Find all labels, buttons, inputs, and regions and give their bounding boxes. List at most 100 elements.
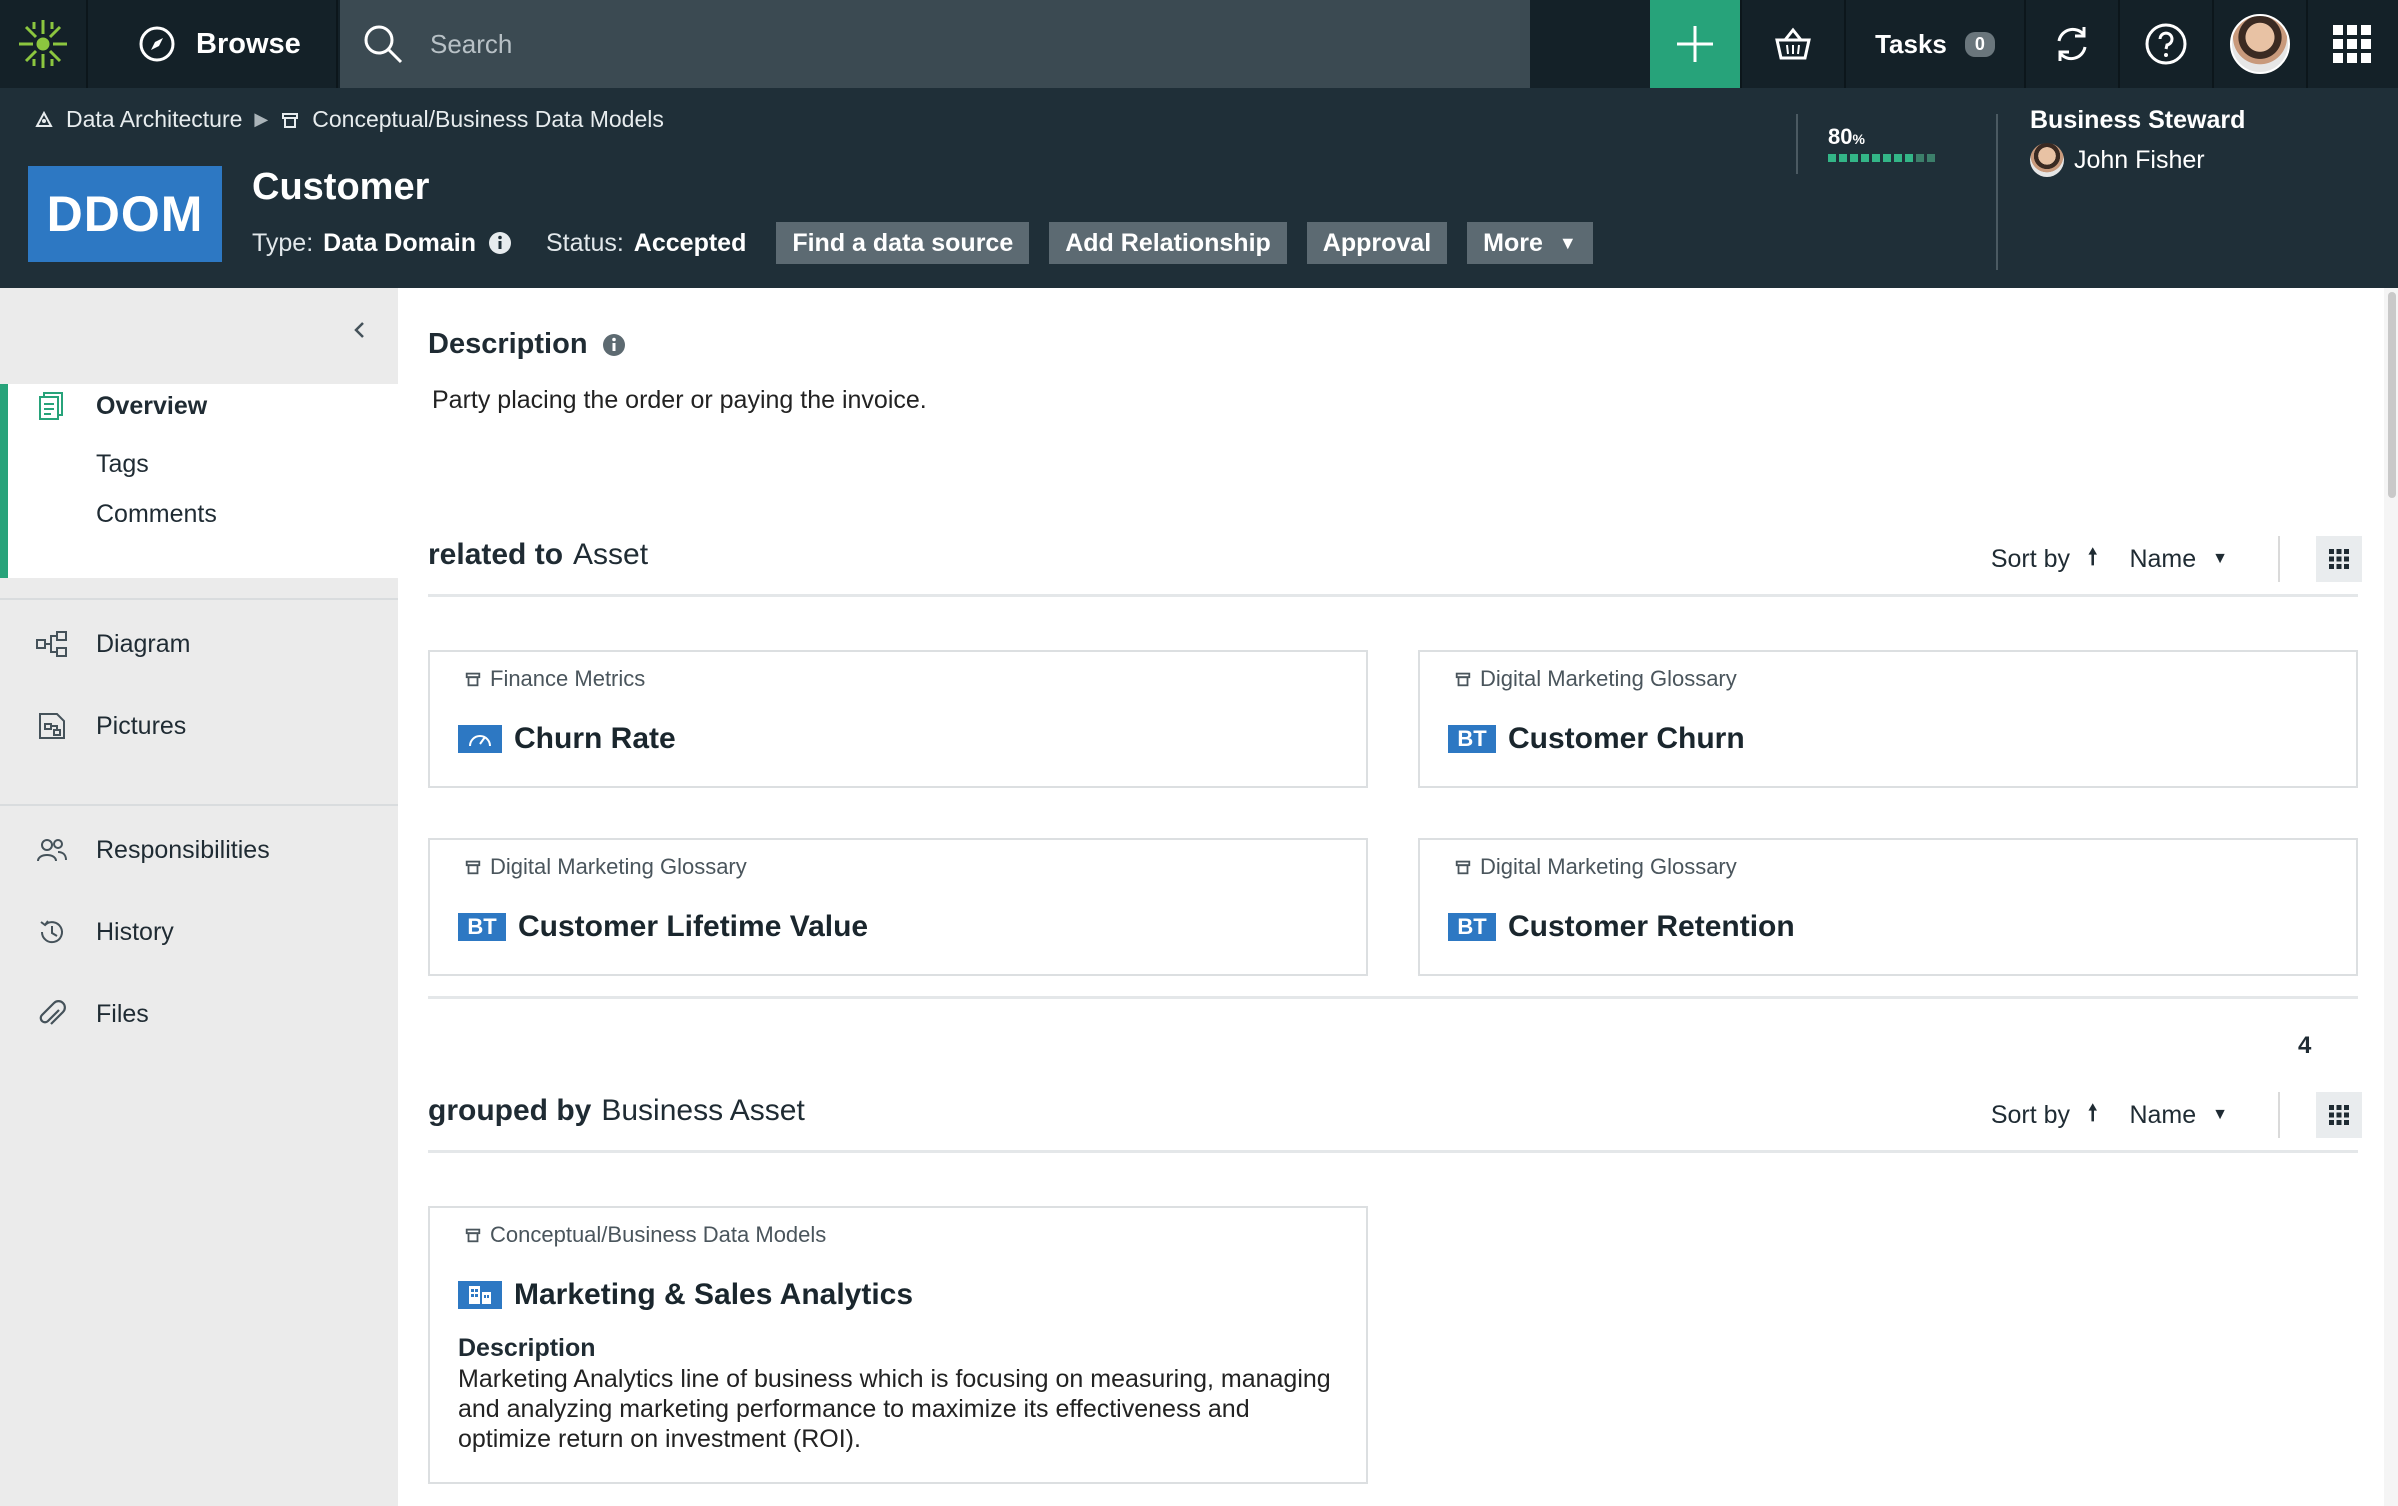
sort-field-select[interactable]: Name ▼ [2129,545,2228,574]
divider [0,804,398,806]
tasks-label: Tasks [1875,28,1947,59]
completeness-indicator[interactable]: 80% [1828,124,1935,162]
community-icon [35,110,53,127]
breadcrumb-community[interactable]: Data Architecture [66,106,242,133]
tasks-button[interactable]: Tasks 0 [1844,0,2024,88]
card-domain-name[interactable]: Digital Marketing Glossary [490,854,747,880]
completeness-bar [1828,154,1935,162]
sidebar-item-label: History [96,917,174,946]
business-term-badge: BT [1448,725,1496,753]
steward-person[interactable]: John Fisher [2030,143,2245,177]
relation-type: grouped by [428,1094,592,1127]
asset-card[interactable]: Digital Marketing Glossary BT Customer R… [1418,838,2358,976]
breadcrumb-domain[interactable]: Conceptual/Business Data Models [312,106,664,133]
type-value: Data Domain [323,228,476,257]
divider [0,598,398,600]
grid-view-button[interactable] [2316,536,2362,582]
type-label: Type: [252,228,314,257]
browse-button[interactable]: Browse [88,0,338,88]
apps-grid-icon [2333,25,2371,63]
card-asset-name[interactable]: Customer Churn [1508,722,1745,756]
grid-view-button[interactable] [2316,1092,2362,1138]
sort-bar: Sort by 🠕 Name ▼ [1991,1092,2362,1138]
sort-field-select[interactable]: Name ▼ [2129,1101,2228,1130]
card-asset-name[interactable]: Customer Lifetime Value [518,910,868,944]
divider [2278,536,2280,582]
search-icon [364,25,403,64]
asset-card[interactable]: Finance Metrics Churn Rate [428,650,1368,788]
divider [2278,1092,2280,1138]
search-bar[interactable] [340,0,1530,88]
more-button[interactable]: More ▼ [1467,222,1593,264]
relation-heading: related to Asset [428,538,648,572]
sidebar-item-label: Overview [96,391,208,420]
search-input[interactable] [430,28,1330,60]
card-title: Churn Rate [458,722,676,756]
find-data-source-button[interactable]: Find a data source [776,222,1030,264]
asset-card[interactable]: Digital Marketing Glossary BT Customer C… [1418,650,2358,788]
avatar [2030,143,2064,177]
card-asset-name[interactable]: Customer Retention [1508,910,1795,944]
card-domain: Digital Marketing Glossary [1454,666,1737,692]
card-domain-name[interactable]: Conceptual/Business Data Models [490,1222,826,1248]
sidebar-item-label: Diagram [96,629,191,658]
sort-label: Sort by [1990,1100,2071,1129]
breadcrumb: Data Architecture ▶ Conceptual/Business … [34,106,664,133]
browse-label: Browse [196,27,301,60]
app-logo[interactable] [0,0,88,88]
relation-type: related to [428,538,564,571]
help-button[interactable] [2118,0,2212,88]
sync-icon [2057,27,2087,61]
card-asset-name[interactable]: Marketing & Sales Analytics [514,1278,913,1312]
card-title: BT Customer Lifetime Value [458,910,868,944]
asset-card[interactable]: Conceptual/Business Data Models Marketin… [428,1206,1368,1484]
domain-icon [465,672,481,687]
description-text[interactable]: Party placing the order or paying the in… [432,386,927,415]
sort-ascending-icon[interactable]: 🠕 [2088,1096,2097,1134]
sort-field: Name [2129,544,2197,573]
sort-ascending-icon[interactable]: 🠕 [2088,540,2097,578]
card-description-text: Marketing Analytics line of business whi… [458,1365,1331,1453]
status-label: Status: [545,228,624,257]
main-content: Description Party placing the order or p… [398,288,2384,1506]
business-term-badge: BT [458,913,506,941]
completeness-percent: 80 [1828,124,1853,149]
asset-meta: Type: Data Domain Status: Accepted Find … [252,222,1593,264]
card-domain-name[interactable]: Digital Marketing Glossary [1480,666,1737,692]
relation-target: Asset [573,538,649,571]
sort-bar: Sort by 🠕 Name ▼ [1991,536,2362,582]
create-button[interactable] [1650,0,1740,88]
card-domain-name[interactable]: Digital Marketing Glossary [1480,854,1737,880]
domain-icon [282,112,299,128]
card-asset-name[interactable]: Churn Rate [514,722,676,756]
sidebar-item-label: Files [96,999,149,1028]
divider [428,594,2358,597]
paperclip-icon [36,998,68,1030]
description-title: Description [428,328,588,360]
grid-icon [2329,1105,2349,1125]
domain-icon [1455,860,1471,875]
divider [428,1150,2358,1153]
steward-role: Business Steward [2030,106,2246,134]
info-icon[interactable] [602,333,626,357]
card-description-label: Description [458,1334,596,1362]
relation-heading: grouped by Business Asset [428,1094,805,1128]
steward-name: John Fisher [2074,145,2205,174]
business-term-badge: BT [1448,913,1496,941]
collapse-sidebar-button[interactable] [348,318,372,349]
relation-target: Business Asset [601,1094,805,1127]
add-relationship-button[interactable]: Add Relationship [1049,222,1287,264]
card-domain: Digital Marketing Glossary [1454,854,1737,880]
basket-icon [1775,27,1811,60]
info-icon[interactable] [488,231,512,255]
asset-card[interactable]: Digital Marketing Glossary BT Customer L… [428,838,1368,976]
app-switcher-button[interactable] [2306,0,2396,88]
card-domain-name[interactable]: Finance Metrics [490,666,645,692]
scrollbar-thumb[interactable] [2388,292,2396,498]
user-menu-button[interactable] [2212,0,2306,88]
approval-button[interactable]: Approval [1306,222,1448,264]
basket-button[interactable] [1740,0,1844,88]
sync-button[interactable] [2024,0,2118,88]
divider [1796,114,1798,174]
sort-label: Sort by [1990,544,2071,573]
